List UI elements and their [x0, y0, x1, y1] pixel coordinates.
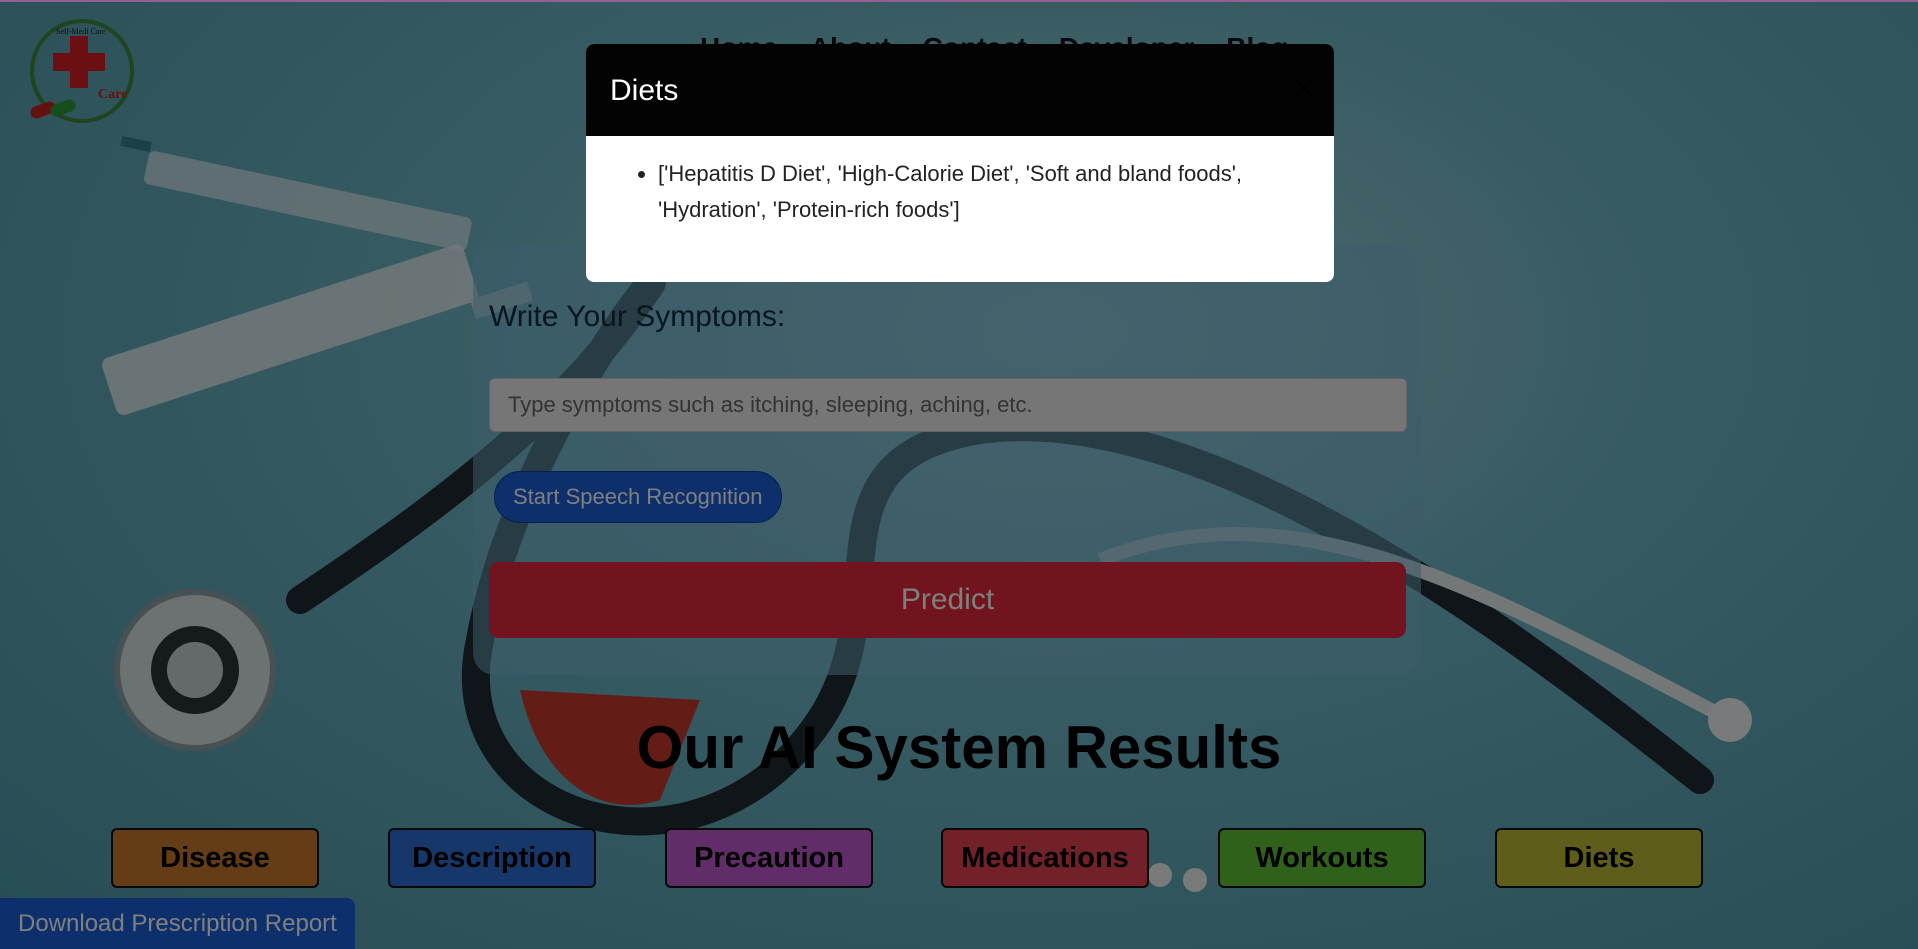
modal-header: Diets ×: [586, 44, 1334, 136]
top-border-line: [0, 0, 1918, 2]
diets-modal: Diets × ['Hepatitis D Diet', 'High-Calor…: [586, 44, 1334, 282]
close-icon[interactable]: ×: [1284, 71, 1317, 103]
modal-title: Diets: [610, 74, 679, 107]
list-item: ['Hepatitis D Diet', 'High-Calorie Diet'…: [658, 156, 1304, 228]
diets-list: ['Hepatitis D Diet', 'High-Calorie Diet'…: [630, 156, 1304, 228]
modal-body: ['Hepatitis D Diet', 'High-Calorie Diet'…: [586, 136, 1334, 248]
